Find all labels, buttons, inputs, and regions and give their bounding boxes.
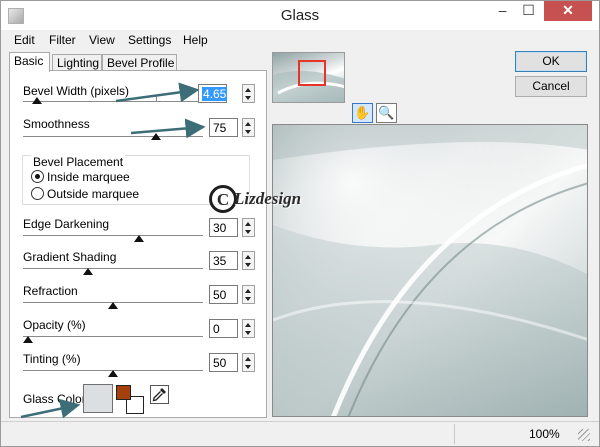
cancel-button[interactable]: Cancel: [515, 76, 587, 97]
inside-marquee-radio[interactable]: Inside marquee: [31, 170, 130, 184]
opacity-input[interactable]: 0: [209, 319, 238, 338]
menu-view[interactable]: View: [89, 33, 115, 47]
refraction-label: Refraction: [23, 284, 78, 298]
edge-darkening-slider-track[interactable]: [23, 235, 203, 237]
preview-image: [273, 125, 587, 416]
zoom-tool-button[interactable]: 🔍: [376, 103, 397, 123]
smoothness-slider-thumb[interactable]: [150, 133, 161, 140]
bevel-width-slider-thumb[interactable]: [31, 97, 42, 104]
hand-icon: ✋: [354, 105, 371, 120]
title-bar: Glass – ☐ ✕: [1, 1, 599, 30]
magnifier-icon: 🔍: [378, 105, 395, 120]
bevel-width-spinner[interactable]: [242, 84, 255, 103]
navigator-thumbnail[interactable]: [272, 52, 345, 103]
eyedropper-icon: [152, 388, 166, 402]
maximize-button[interactable]: ☐: [516, 1, 541, 21]
gradient-shading-label: Gradient Shading: [23, 250, 117, 264]
copyright-icon: C: [209, 185, 237, 213]
radio-selected-icon: [31, 170, 44, 183]
glass-color-swatch[interactable]: [83, 384, 113, 413]
gradient-shading-input[interactable]: 35: [209, 251, 238, 270]
zoom-level: 100%: [529, 427, 560, 441]
status-separator: [454, 424, 455, 444]
gradient-shading-spinner[interactable]: [242, 251, 255, 270]
eyedropper-button[interactable]: [150, 385, 169, 404]
radio-unselected-icon: [31, 187, 44, 200]
preview-pane[interactable]: [272, 124, 588, 417]
bevel-placement-title: Bevel Placement: [31, 155, 126, 169]
glass-color-label: Glass Color: [23, 392, 86, 406]
watermark-text: Lizdesign: [234, 189, 302, 208]
tab-basic[interactable]: Basic: [9, 52, 50, 72]
tab-lighting[interactable]: Lighting: [52, 54, 102, 71]
opacity-slider-thumb[interactable]: [23, 336, 33, 343]
ok-button[interactable]: OK: [515, 51, 587, 72]
edge-darkening-input[interactable]: 30: [209, 218, 238, 237]
smoothness-slider-track[interactable]: [23, 136, 203, 138]
bevel-width-input[interactable]: 4.65: [198, 84, 228, 103]
bevel-width-label: Bevel Width (pixels): [23, 84, 130, 98]
bevel-width-value: 4.65: [202, 87, 228, 101]
menu-bar: Edit Filter View Settings Help: [1, 30, 599, 50]
bevel-width-slider-track[interactable]: [23, 101, 203, 103]
refraction-spinner[interactable]: [242, 285, 255, 304]
refraction-input[interactable]: 50: [209, 285, 238, 304]
tab-bevel-profile[interactable]: Bevel Profile: [102, 54, 177, 71]
opacity-slider-track[interactable]: [23, 336, 203, 338]
basic-settings-panel: Bevel Width (pixels) 4.65 Smoothness 75 …: [9, 70, 267, 418]
glass-dialog-window: Glass – ☐ ✕ Edit Filter View Settings He…: [0, 0, 600, 447]
menu-settings[interactable]: Settings: [128, 33, 171, 47]
refraction-slider-thumb[interactable]: [108, 302, 118, 309]
outside-marquee-label: Outside marquee: [47, 187, 140, 201]
opacity-spinner[interactable]: [242, 319, 255, 338]
tinting-spinner[interactable]: [242, 353, 255, 372]
close-button[interactable]: ✕: [544, 1, 592, 21]
menu-edit[interactable]: Edit: [14, 33, 35, 47]
preview-viewport-marker[interactable]: [298, 60, 326, 86]
pan-tool-button[interactable]: ✋: [352, 103, 373, 123]
tinting-label: Tinting (%): [23, 352, 81, 366]
smoothness-input[interactable]: 75: [209, 118, 238, 137]
smoothness-spinner[interactable]: [242, 118, 255, 137]
gradient-shading-slider-track[interactable]: [23, 268, 203, 270]
edge-darkening-slider-thumb[interactable]: [133, 235, 144, 242]
outside-marquee-radio[interactable]: Outside marquee: [31, 187, 139, 201]
resize-grip-icon[interactable]: [578, 429, 590, 441]
tinting-slider-thumb[interactable]: [108, 370, 118, 377]
minimize-button[interactable]: –: [490, 1, 515, 21]
opacity-label: Opacity (%): [23, 318, 86, 332]
smoothness-label: Smoothness: [23, 117, 90, 131]
edge-darkening-label: Edge Darkening: [23, 217, 110, 231]
watermark: C Lizdesign: [209, 185, 301, 213]
menu-help[interactable]: Help: [183, 33, 208, 47]
menu-filter[interactable]: Filter: [49, 33, 76, 47]
bevel-width-tick: [156, 96, 157, 101]
tinting-input[interactable]: 50: [209, 353, 238, 372]
gradient-shading-slider-thumb[interactable]: [82, 268, 93, 275]
status-bar: 100%: [1, 421, 599, 446]
foreground-color-swatch[interactable]: [116, 385, 131, 400]
inside-marquee-label: Inside marquee: [47, 170, 130, 184]
edge-darkening-spinner[interactable]: [242, 218, 255, 237]
